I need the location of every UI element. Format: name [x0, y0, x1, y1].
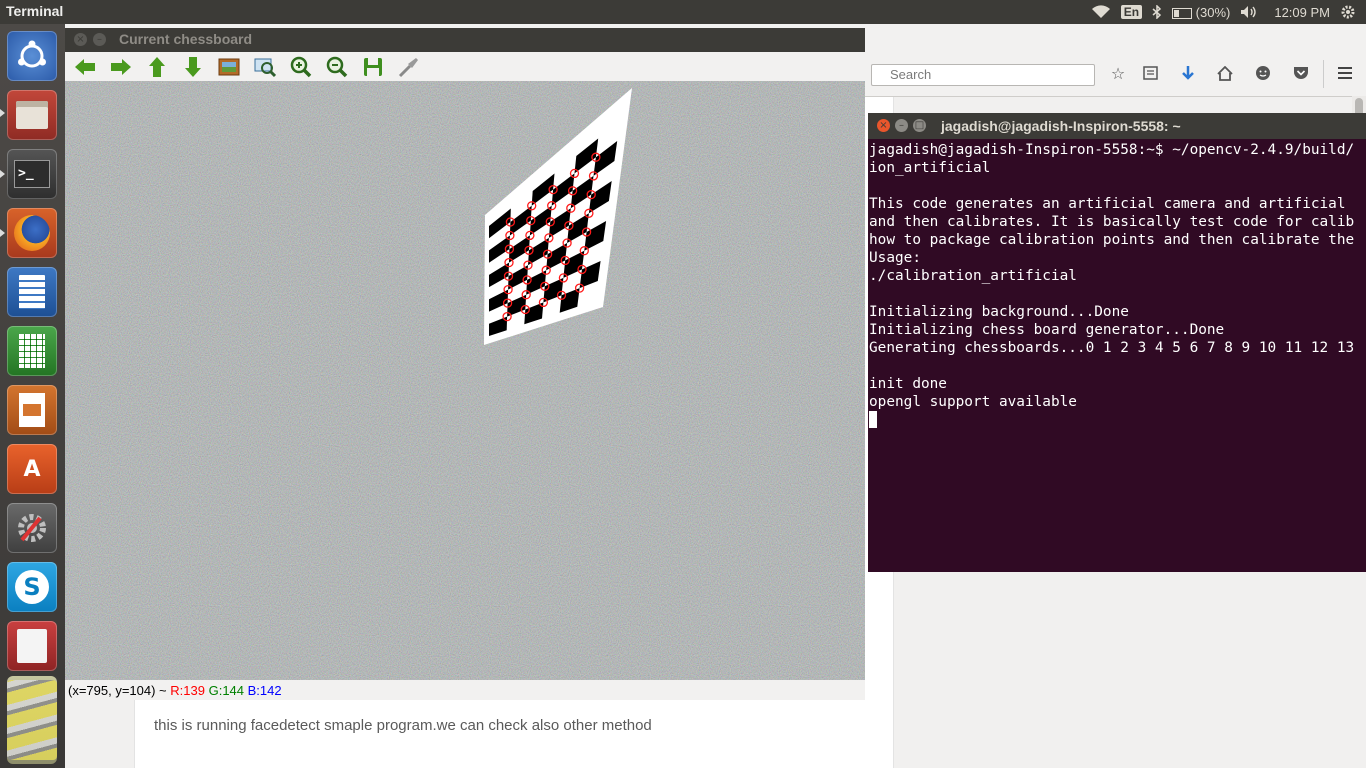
running-indicator	[0, 229, 5, 237]
session-gear-icon[interactable]	[1340, 4, 1356, 20]
properties-icon[interactable]	[398, 56, 420, 78]
minimize-icon[interactable]: –	[895, 119, 908, 132]
terminal-line: Generating chessboards...0 1 2 3 4 5 6 7…	[869, 340, 1355, 356]
arrow-right-icon[interactable]	[110, 56, 132, 78]
keyboard-layout-indicator[interactable]: En	[1120, 5, 1143, 19]
bluetooth-icon[interactable]	[1152, 5, 1162, 19]
maximize-icon[interactable]: □	[913, 119, 926, 132]
status-coordinates: (x=795, y=104) ~	[68, 683, 171, 698]
reading-list-icon[interactable]	[1141, 64, 1159, 82]
terminal-line: Initializing chess board generator...Don…	[869, 322, 1225, 338]
cv-statusbar: (x=795, y=104) ~ R:139 G:144 B:142	[65, 680, 865, 700]
zoom-fit-icon[interactable]	[254, 56, 276, 78]
battery-icon	[1172, 7, 1193, 19]
toolbar-divider	[1323, 60, 1324, 88]
terminal-line: and then calibrates. It is basically tes…	[869, 214, 1355, 230]
terminal-line: ion_artificial	[869, 160, 991, 176]
zoom-out-icon[interactable]	[326, 56, 348, 78]
cv-window-titlebar[interactable]: × – Current chessboard	[65, 28, 865, 52]
terminal-line: This code generates an artificial camera…	[869, 196, 1346, 212]
battery-indicator[interactable]: (30%)	[1172, 5, 1230, 20]
app-icon[interactable]	[7, 621, 57, 671]
top-panel: Terminal En (30%) 12:09 PM	[0, 0, 1366, 24]
terminal-title: jagadish@jagadish-Inspiron-5558: ~	[941, 118, 1181, 134]
indicator-area: En (30%) 12:09 PM	[1091, 0, 1356, 24]
running-indicator	[0, 170, 5, 178]
cv-window-title: Current chessboard	[119, 31, 253, 47]
arrow-left-icon[interactable]	[74, 56, 96, 78]
close-icon[interactable]: ×	[877, 119, 890, 132]
menu-icon[interactable]	[1336, 64, 1354, 82]
clock[interactable]: 12:09 PM	[1274, 5, 1330, 20]
terminal-line: ./calibration_artificial	[869, 268, 1077, 284]
browser-toolbar: Search ☆	[865, 52, 1366, 97]
terminal-line: opengl support available	[869, 394, 1077, 410]
firefox-icon[interactable]	[7, 208, 57, 258]
software-center-icon[interactable]: A	[7, 444, 57, 494]
workspaces-icon[interactable]	[7, 676, 57, 764]
terminal-output[interactable]: jagadish@jagadish-Inspiron-5558:~$ ~/ope…	[868, 139, 1366, 572]
calc-icon[interactable]	[7, 326, 57, 376]
ubuntu-dash-icon[interactable]	[7, 31, 57, 81]
image-icon[interactable]	[218, 56, 240, 78]
terminal-icon[interactable]: >_	[7, 149, 57, 199]
battery-percent: (30%)	[1195, 4, 1231, 20]
comment-text: this is running facedetect smaple progra…	[154, 717, 652, 734]
arrow-up-icon[interactable]	[146, 56, 168, 78]
chessboard-image-view[interactable]	[65, 81, 865, 680]
skype-icon[interactable]: S	[7, 562, 57, 612]
terminal-line: Usage:	[869, 250, 921, 266]
status-red: R:139	[170, 683, 205, 698]
save-icon[interactable]	[362, 56, 384, 78]
active-app-title: Terminal	[6, 3, 64, 19]
home-icon[interactable]	[1216, 64, 1234, 82]
terminal-line: how to package calibration points and th…	[869, 232, 1355, 248]
status-green: G:144	[208, 683, 245, 698]
terminal-line: jagadish@jagadish-Inspiron-5558:~$ ~/ope…	[869, 142, 1355, 158]
pocket-icon[interactable]	[1292, 64, 1310, 82]
system-settings-icon[interactable]	[7, 503, 57, 553]
zoom-in-icon[interactable]	[290, 56, 312, 78]
terminal-line: Initializing background...Done	[869, 304, 1129, 320]
cv-toolbar	[65, 52, 865, 81]
status-blue: B:142	[247, 683, 282, 698]
volume-icon[interactable]	[1240, 5, 1258, 19]
terminal-line: init done	[869, 376, 947, 392]
arrow-down-icon[interactable]	[182, 56, 204, 78]
download-icon[interactable]	[1179, 64, 1197, 82]
bookmark-star-icon[interactable]: ☆	[1109, 64, 1127, 83]
chessboard-image	[65, 81, 865, 680]
minimize-icon[interactable]: –	[93, 33, 106, 46]
files-icon[interactable]	[7, 90, 57, 140]
search-placeholder: Search	[890, 67, 932, 82]
search-input[interactable]: Search	[871, 64, 1095, 86]
impress-icon[interactable]	[7, 385, 57, 435]
hello-icon[interactable]	[1254, 64, 1272, 82]
writer-icon[interactable]	[7, 267, 57, 317]
wifi-icon[interactable]	[1091, 5, 1111, 19]
terminal-lines: jagadish@jagadish-Inspiron-5558:~$ ~/ope…	[868, 139, 1366, 429]
terminal-cursor	[869, 411, 877, 428]
running-indicator	[0, 109, 5, 117]
close-icon[interactable]: ×	[74, 33, 87, 46]
terminal-titlebar[interactable]: × – □ jagadish@jagadish-Inspiron-5558: ~	[868, 113, 1366, 139]
launcher: >_ A S	[0, 24, 65, 768]
